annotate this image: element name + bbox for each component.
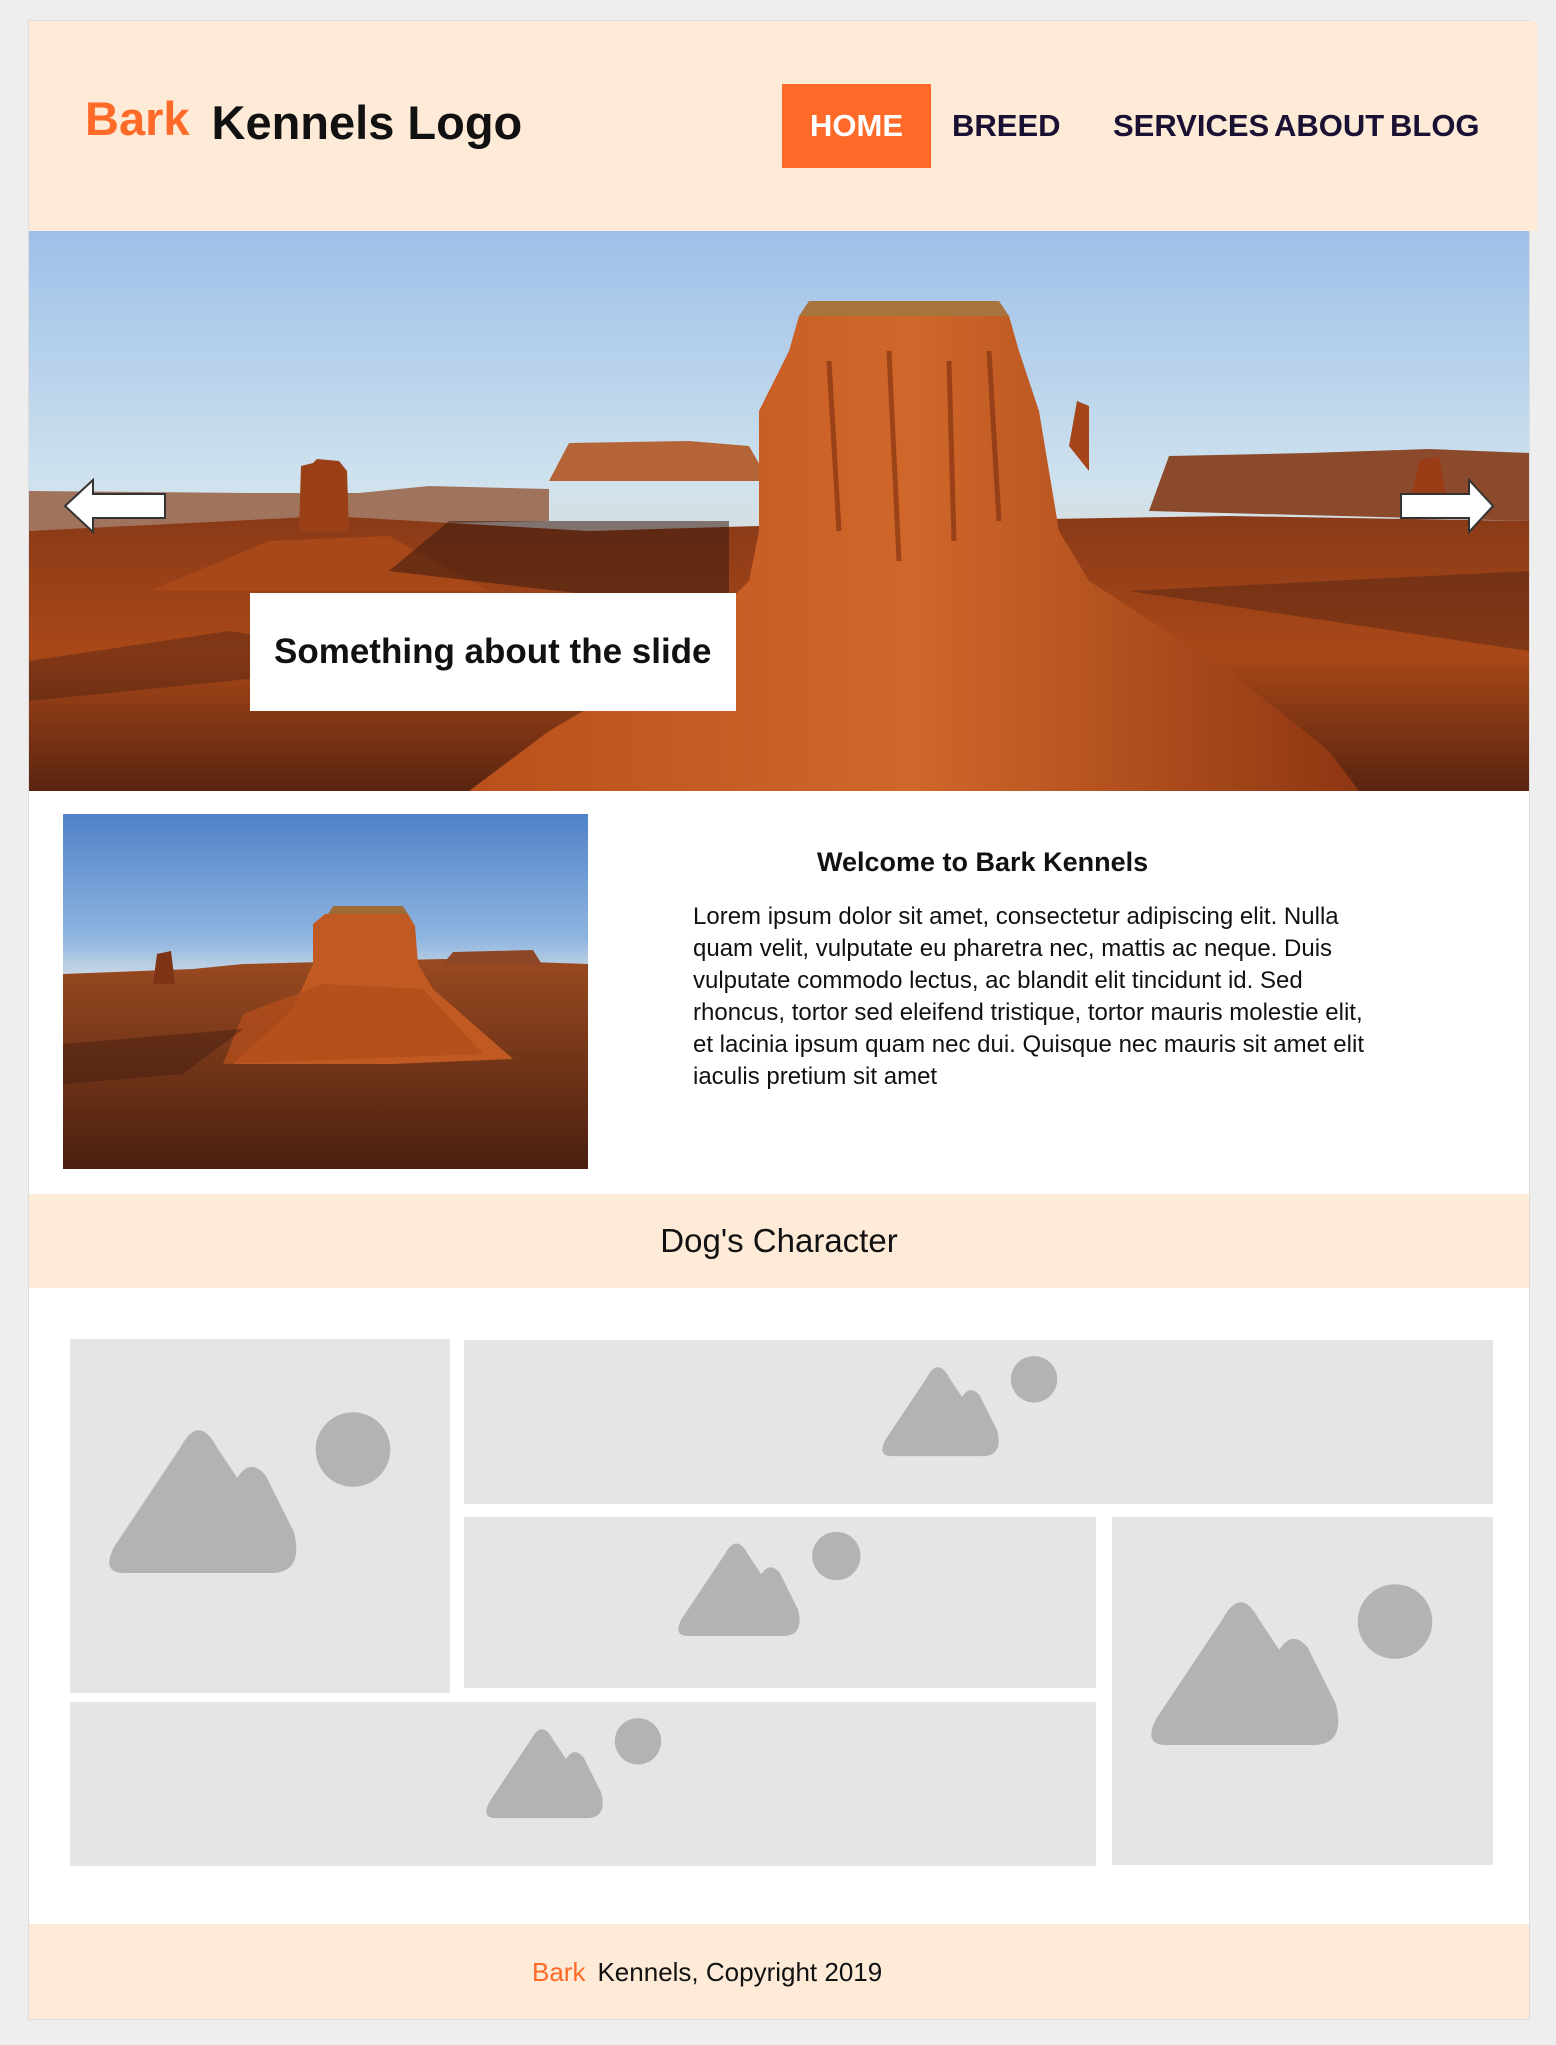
footer-brand: Bark bbox=[532, 1957, 586, 1987]
header: Bark Kennels Logo HOME BREED SERVICES ABO… bbox=[29, 21, 1537, 231]
arrow-right-icon[interactable] bbox=[1399, 478, 1495, 534]
gallery-tile[interactable] bbox=[464, 1517, 1096, 1688]
footer-copyright: Bark Kennels, Copyright 2019 bbox=[532, 1957, 882, 1988]
welcome-image bbox=[63, 814, 588, 1169]
hero-slider: Something about the slide bbox=[29, 231, 1529, 791]
image-placeholder-icon bbox=[678, 1531, 861, 1636]
slide-caption: Something about the slide bbox=[250, 593, 736, 711]
nav-services[interactable]: SERVICES bbox=[1113, 84, 1269, 168]
gallery-tile[interactable] bbox=[70, 1702, 1096, 1866]
nav-breed[interactable]: BREED bbox=[952, 84, 1061, 168]
nav-home[interactable]: HOME bbox=[782, 84, 931, 168]
footer-text: Kennels, Copyright 2019 bbox=[597, 1957, 883, 1987]
image-placeholder-icon bbox=[109, 1412, 391, 1573]
nav-blog[interactable]: BLOG bbox=[1390, 84, 1480, 168]
welcome-title: Welcome to Bark Kennels bbox=[817, 847, 1149, 877]
welcome-text: Lorem ipsum dolor sit amet, consectetur … bbox=[693, 903, 1364, 1090]
page: Bark Kennels Logo HOME BREED SERVICES ABO… bbox=[28, 20, 1537, 2020]
section-title: Dog's Character bbox=[29, 1194, 1529, 1288]
footer: Bark Kennels, Copyright 2019 bbox=[29, 1924, 1529, 2019]
image-placeholder-icon bbox=[882, 1356, 1058, 1457]
gallery-tile[interactable] bbox=[1112, 1517, 1493, 1865]
site-logo[interactable]: Bark Kennels Logo bbox=[85, 92, 523, 150]
gallery-tile[interactable] bbox=[464, 1340, 1493, 1504]
nav-about[interactable]: ABOUT bbox=[1274, 84, 1384, 168]
arrow-left-icon[interactable] bbox=[63, 478, 167, 534]
image-placeholder-icon bbox=[486, 1718, 662, 1819]
image-placeholder-icon bbox=[1151, 1584, 1433, 1745]
gallery-tile[interactable] bbox=[70, 1339, 450, 1693]
logo-text: Kennels Logo bbox=[211, 96, 523, 149]
logo-brand: Bark bbox=[85, 92, 190, 145]
